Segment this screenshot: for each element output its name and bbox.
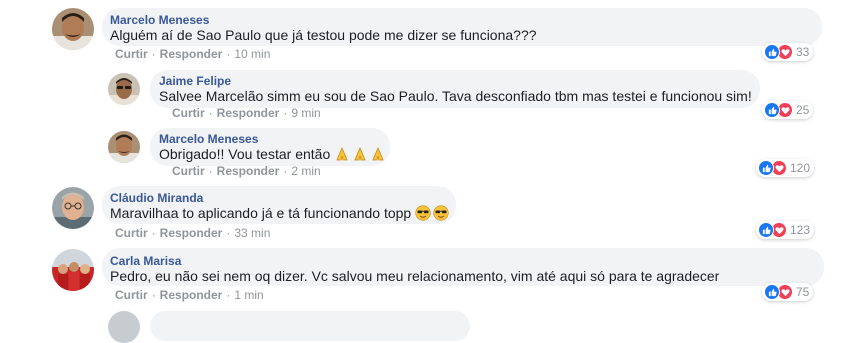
comment-time[interactable]: 33 min	[234, 226, 270, 240]
comment-time[interactable]: 1 min	[234, 288, 263, 302]
comment-text: Alguém aí de Sao Paulo que já testou pod…	[110, 27, 537, 43]
thread-line	[96, 0, 97, 316]
man-sunglasses-avatar-icon	[108, 73, 140, 105]
group-photo-avatar-icon	[52, 249, 94, 291]
avatar[interactable]	[108, 73, 140, 105]
comment-time[interactable]: 9 min	[291, 106, 320, 120]
comment-actions: Curtir · Responder · 9 min	[172, 106, 321, 120]
like-link[interactable]: Curtir	[172, 106, 205, 120]
avatar[interactable]	[108, 131, 140, 163]
avatar[interactable]	[52, 187, 94, 229]
comment-time[interactable]: 10 min	[234, 47, 270, 61]
reaction-count: 120	[790, 161, 811, 175]
like-reaction-icon	[764, 284, 780, 300]
comment-actions: Curtir · Responder · 10 min	[115, 47, 271, 61]
like-reaction-icon	[758, 222, 774, 238]
comment-text-content: Obrigado!! Vou testar então	[159, 146, 331, 162]
like-link[interactable]: Curtir	[115, 47, 148, 61]
reaction-count: 123	[790, 223, 811, 237]
comment-time[interactable]: 2 min	[291, 164, 320, 178]
comment-actions: Curtir · Responder · 33 min	[115, 226, 271, 240]
comment-text: Obrigado!! Vou testar então	[159, 146, 388, 162]
comment-author[interactable]: Marcelo Meneses	[110, 13, 209, 27]
reactions-badge[interactable]: 75	[762, 283, 814, 301]
like-reaction-icon	[758, 160, 774, 176]
comment-author[interactable]: Carla Marisa	[110, 254, 181, 268]
avatar[interactable]	[52, 249, 94, 291]
comment-author[interactable]: Marcelo Meneses	[159, 132, 258, 146]
reactions-badge[interactable]: 120	[756, 159, 815, 177]
reaction-count: 25	[796, 103, 810, 117]
reaction-count: 33	[796, 45, 810, 59]
comment-author[interactable]: Cláudio Miranda	[110, 191, 203, 205]
folded-hands-emoji	[372, 146, 384, 161]
like-reaction-icon	[764, 102, 780, 118]
comment-author[interactable]: Jaime Felipe	[159, 74, 231, 88]
like-reaction-icon	[764, 44, 780, 60]
comment-text: Maravilhaa to aplicando já e tá funciona…	[110, 205, 451, 221]
like-link[interactable]: Curtir	[172, 164, 205, 178]
reply-link[interactable]: Responder	[160, 226, 223, 240]
reactions-badge[interactable]: 25	[762, 101, 814, 119]
comment-actions: Curtir · Responder · 1 min	[115, 288, 264, 302]
sunglasses-face-emoji	[433, 205, 449, 221]
comment-actions: Curtir · Responder · 2 min	[172, 164, 321, 178]
reply-link[interactable]: Responder	[217, 106, 280, 120]
reactions-badge[interactable]: 123	[756, 221, 815, 239]
comment-text-content: Maravilhaa to aplicando já e tá funciona…	[110, 205, 412, 221]
reply-link[interactable]: Responder	[160, 47, 223, 61]
man-glasses-avatar-icon	[52, 187, 94, 229]
avatar[interactable]	[52, 8, 94, 50]
man-avatar-icon	[52, 8, 94, 50]
comment-text: Salvee Marcelão simm eu sou de Sao Paulo…	[159, 88, 752, 104]
like-link[interactable]: Curtir	[115, 226, 148, 240]
folded-hands-emoji	[354, 146, 366, 161]
folded-hands-emoji	[336, 146, 348, 161]
man-avatar-icon	[108, 131, 140, 163]
emoji-group	[334, 146, 388, 162]
reactions-badge[interactable]: 33	[762, 43, 814, 61]
emoji-group	[415, 205, 451, 221]
like-link[interactable]: Curtir	[115, 288, 148, 302]
sunglasses-face-emoji	[415, 205, 431, 221]
comment-text: Pedro, eu não sei nem oq dizer. Vc salvo…	[110, 268, 720, 284]
reply-link[interactable]: Responder	[217, 164, 280, 178]
reply-link[interactable]: Responder	[160, 288, 223, 302]
reaction-count: 75	[796, 285, 810, 299]
